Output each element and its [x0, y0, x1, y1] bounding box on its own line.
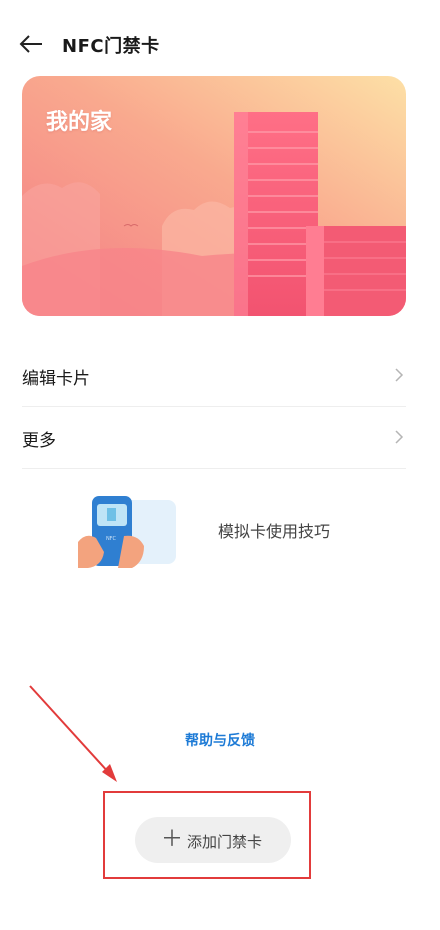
plus-icon: ＋: [161, 827, 184, 852]
add-button-label: 添加门禁卡: [187, 833, 263, 851]
help-feedback-link[interactable]: 帮助与反馈: [0, 730, 440, 750]
add-access-card-button[interactable]: ＋ 添加门禁卡: [135, 817, 291, 863]
